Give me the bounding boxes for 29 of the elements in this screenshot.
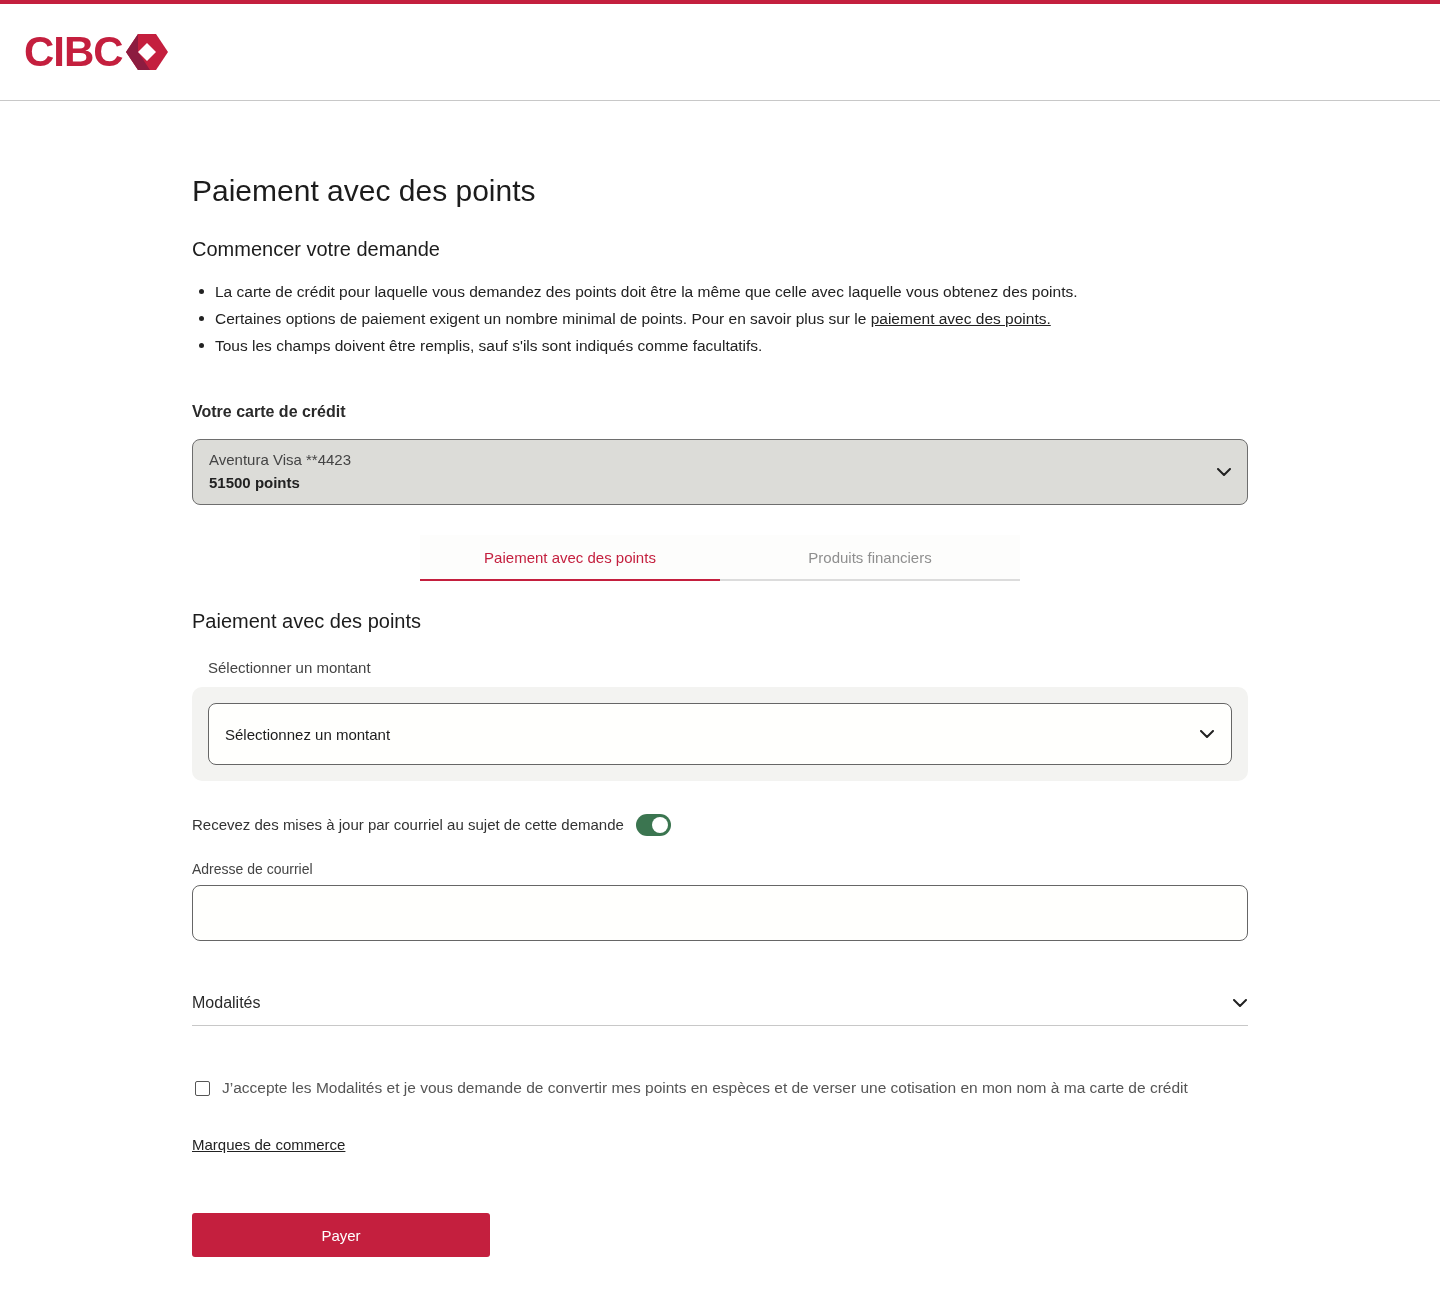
page-title: Paiement avec des points bbox=[192, 173, 537, 209]
chevron-down-icon bbox=[1200, 730, 1214, 738]
diamond-logo-icon bbox=[125, 34, 168, 70]
instruction-text: La carte de crédit pour laquelle vous demandez des points doit être la même que celle avec laquelle vous obtenez des points. bbox=[215, 282, 1078, 302]
trademarks-link[interactable]: Marques de commerce bbox=[192, 1136, 346, 1153]
amount-dropdown[interactable]: Sélectionnez un montant bbox=[208, 703, 1232, 765]
card-select-label: Votre carte de crédit bbox=[192, 402, 347, 422]
amount-label: Sélectionner un montant bbox=[208, 658, 372, 678]
instruction-text: Certaines options de paiement exigent un nombre minimal de points. Pour en savoir plus sur le paiement avec des points. bbox=[215, 309, 1051, 329]
section-heading: Commencer votre demande bbox=[192, 237, 441, 261]
logo-text: CIBC bbox=[24, 32, 123, 72]
consent-label: J’accepte les Modalités et je vous demande de convertir mes points en espèces et de verser une cotisation en mon nom à ma carte de crédit bbox=[222, 1078, 1188, 1098]
card-name-text: Aventura Visa **4423 bbox=[209, 450, 352, 470]
email-input[interactable] bbox=[192, 885, 1248, 941]
points-balance-text: 51500 points bbox=[209, 473, 301, 493]
email-updates-toggle[interactable] bbox=[635, 814, 671, 836]
card-select[interactable]: Aventura Visa **4423 51500 points bbox=[192, 439, 1248, 505]
terms-accordion[interactable]: Modalités bbox=[192, 981, 1248, 1026]
bullet-icon bbox=[199, 343, 204, 348]
bullet-icon bbox=[199, 289, 204, 294]
email-updates-label: Recevez des mises à jour par courriel au sujet de cette demande bbox=[192, 815, 624, 835]
email-label: Adresse de courriel bbox=[192, 860, 314, 878]
section-heading: Paiement avec des points bbox=[192, 609, 423, 633]
chevron-down-icon bbox=[1217, 468, 1231, 476]
pay-button[interactable]: Payer bbox=[192, 1213, 490, 1257]
bullet-icon bbox=[199, 316, 204, 321]
consent-checkbox[interactable] bbox=[195, 1080, 210, 1096]
learn-more-link[interactable]: paiement avec des points. bbox=[870, 310, 1051, 327]
instruction-text: Tous les champs doivent être remplis, sauf s'ils sont indiqués comme facultatifs. bbox=[215, 336, 763, 356]
